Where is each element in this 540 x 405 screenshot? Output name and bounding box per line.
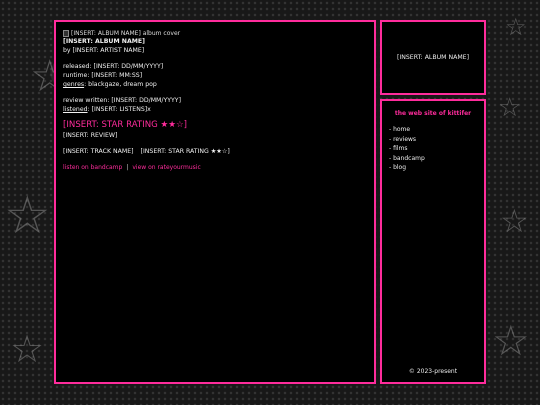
album-title-panel: [INSERT: ALBUM NAME]: [380, 20, 486, 95]
copyright-footer: © 2023-present: [408, 368, 458, 375]
nav-item-reviews[interactable]: - reviews: [389, 135, 425, 145]
background-star-icon: ☆: [498, 93, 522, 123]
broken-image-icon: [63, 30, 69, 37]
background-star-icon: ☆: [505, 13, 527, 41]
listened-value: : [INSERT: LISTENS]x: [87, 106, 151, 113]
listened-link[interactable]: listened: [63, 106, 88, 113]
background-star-icon: ☆: [492, 316, 530, 365]
star-rating: [INSERT: STAR RATING ★★☆]: [63, 120, 187, 130]
review-written-date: review written: [INSERT: DD/MM/YYYY]: [63, 97, 181, 104]
album-cover-alt-text: [INSERT: ALBUM NAME] album cover: [71, 30, 181, 37]
navigation-panel: the web site of kittifer - home - review…: [380, 99, 486, 384]
nav-item-home[interactable]: - home: [389, 125, 425, 135]
nav-item-blog[interactable]: - blog: [389, 163, 425, 173]
site-title[interactable]: the web site of kittifer: [382, 110, 484, 117]
listen-count: listened: [INSERT: LISTENS]x: [63, 105, 367, 114]
album-cover-image: [INSERT: ALBUM NAME] album cover: [63, 30, 367, 37]
runtime: runtime: [INSERT: MM:SS]: [63, 72, 143, 79]
background-star-icon: ☆: [10, 327, 45, 371]
review-panel: [INSERT: ALBUM NAME] album cover [INSERT…: [54, 20, 376, 384]
album-title: [INSERT: ALBUM NAME]: [397, 54, 469, 61]
genres: genres: blackgaze, dream pop: [63, 80, 367, 89]
release-date: released: [INSERT: DD/MM/YYYY]: [63, 63, 164, 70]
genres-link[interactable]: genres: [63, 81, 84, 88]
bandcamp-link[interactable]: listen on bandcamp: [63, 163, 122, 172]
track-rating: [INSERT: STAR RATING ★★☆]: [140, 148, 230, 155]
link-separator: |: [126, 164, 129, 171]
genres-value: : blackgaze, dream pop: [84, 81, 157, 88]
nav-item-films[interactable]: - films: [389, 144, 425, 154]
track-list: [INSERT: TRACK NAME] [INSERT: STAR RATIN…: [63, 147, 367, 156]
review-text: [INSERT: REVIEW]: [63, 132, 118, 139]
nav-item-bandcamp[interactable]: - bandcamp: [389, 154, 425, 164]
album-name: [INSERT: ALBUM NAME]: [63, 38, 145, 45]
background-star-icon: ☆: [4, 186, 51, 246]
artist-name: by [INSERT: ARTIST NAME]: [63, 47, 145, 54]
external-links: listen on bandcamp | view on rateyourmus…: [63, 163, 367, 172]
track-name: [INSERT: TRACK NAME]: [63, 148, 134, 155]
background-star-icon: ☆: [500, 202, 529, 240]
rateyourmusic-link[interactable]: view on rateyourmusic: [132, 163, 200, 172]
nav-list: - home - reviews - films - bandcamp - bl…: [389, 125, 425, 173]
